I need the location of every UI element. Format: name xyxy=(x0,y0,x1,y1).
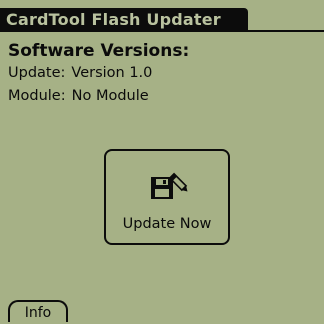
update-now-button[interactable]: Update Now xyxy=(104,149,230,245)
title-underline xyxy=(248,30,324,32)
software-versions-heading: Software Versions: xyxy=(8,41,190,61)
update-version-row: Update: Version 1.0 xyxy=(8,63,152,83)
module-label: Module: xyxy=(8,88,66,104)
floppy-disk-pencil-icon xyxy=(151,172,188,199)
app-title: CardTool Flash Updater xyxy=(0,8,248,32)
info-button[interactable]: Info xyxy=(8,300,68,322)
update-label: Update: xyxy=(8,65,66,81)
update-version-value: Version 1.0 xyxy=(71,65,153,81)
module-value: No Module xyxy=(71,88,149,104)
title-bar: CardTool Flash Updater xyxy=(0,8,324,32)
app-screen: CardTool Flash Updater Software Versions… xyxy=(0,0,324,322)
update-now-label: Update Now xyxy=(122,216,212,232)
module-row: Module: No Module xyxy=(8,86,149,106)
